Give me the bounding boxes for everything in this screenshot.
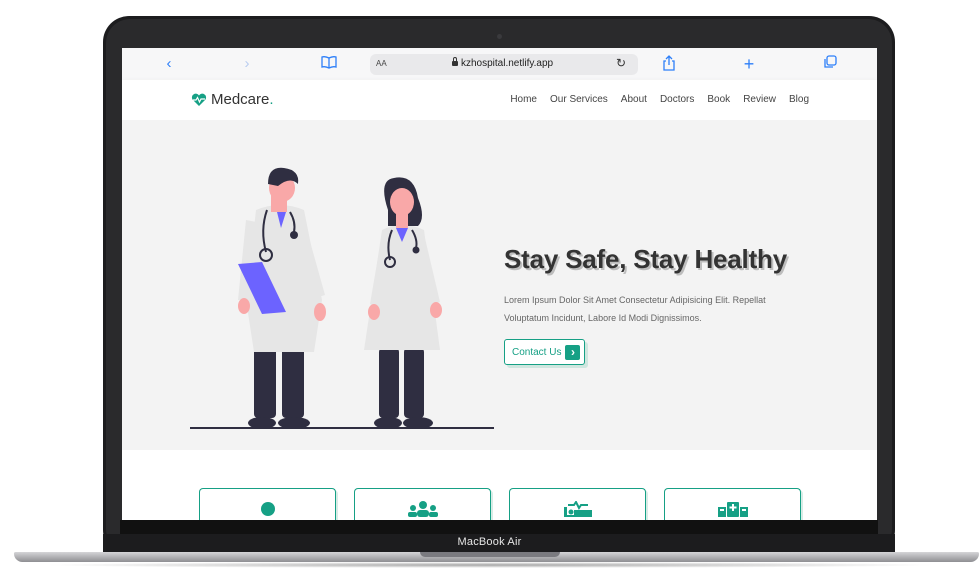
nav-review[interactable]: Review (743, 94, 776, 105)
services-section (122, 450, 877, 520)
forward-icon[interactable]: › (238, 55, 256, 73)
tabs-icon[interactable] (821, 55, 839, 73)
contact-us-button[interactable]: Contact Us › (504, 339, 586, 365)
new-tab-icon[interactable]: + (740, 55, 758, 73)
service-card[interactable] (509, 488, 646, 520)
reload-icon[interactable]: ↻ (616, 56, 626, 70)
bookmarks-icon[interactable] (320, 55, 338, 73)
hero-section: Stay Safe, Stay Healthy Lorem Ipsum Dolo… (122, 120, 877, 450)
hospital-icon (717, 502, 748, 517)
share-glyph-icon (663, 55, 675, 71)
device-label: MacBook Air (457, 536, 522, 548)
nav-about[interactable]: About (621, 94, 647, 105)
site-header: Medcare. Home Our Services About Doctors… (122, 80, 877, 120)
text-size-button[interactable]: AA (376, 59, 387, 68)
logo-text: Medcare. (211, 91, 274, 108)
hero-title: Stay Safe, Stay Healthy (504, 244, 787, 274)
nav-doctors[interactable]: Doctors (660, 94, 694, 105)
chevron-right-icon: › (565, 344, 581, 360)
contact-us-label: Contact Us (512, 346, 562, 358)
service-card[interactable] (664, 488, 801, 520)
nav-home[interactable]: Home (510, 94, 537, 105)
address-bar[interactable]: AA kzhospital.netlify.app ↻ (370, 54, 638, 75)
logo-dot: . (269, 91, 274, 108)
male-doctor-figure (238, 167, 326, 429)
service-card[interactable] (354, 488, 491, 520)
bezel-bottom (120, 520, 878, 534)
url-display: kzhospital.netlify.app (452, 57, 554, 69)
user-md-icon (260, 502, 275, 516)
url-text: kzhospital.netlify.app (461, 58, 554, 69)
back-icon[interactable]: ‹ (160, 55, 178, 73)
site-logo[interactable]: Medcare. (191, 91, 274, 108)
main-nav: Home Our Services About Doctors Book Rev… (510, 94, 809, 105)
share-icon[interactable] (660, 55, 678, 73)
browser-toolbar: ‹ › AA kzhospital.netlify.app ↻ + (122, 48, 877, 81)
heartbeat-icon (191, 93, 207, 106)
female-doctor-figure (364, 177, 442, 429)
procedures-icon (563, 501, 592, 517)
lock-icon (452, 57, 458, 66)
laptop-shadow (40, 562, 940, 568)
service-card[interactable] (199, 488, 336, 520)
book-open-icon (321, 56, 337, 69)
nav-book[interactable]: Book (707, 94, 730, 105)
laptop-screen: ‹ › AA kzhospital.netlify.app ↻ + Medcar… (122, 48, 877, 520)
camera-dot (497, 34, 502, 39)
doctors-illustration (190, 167, 494, 429)
nav-our-services[interactable]: Our Services (550, 94, 608, 105)
logo-name: Medcare (211, 91, 270, 108)
laptop-base-notch (420, 552, 560, 557)
hero-description: Lorem Ipsum Dolor Sit Amet Consectetur A… (504, 295, 766, 323)
users-icon (407, 501, 438, 517)
nav-blog[interactable]: Blog (789, 94, 809, 105)
tabs-glyph-icon (824, 55, 837, 68)
